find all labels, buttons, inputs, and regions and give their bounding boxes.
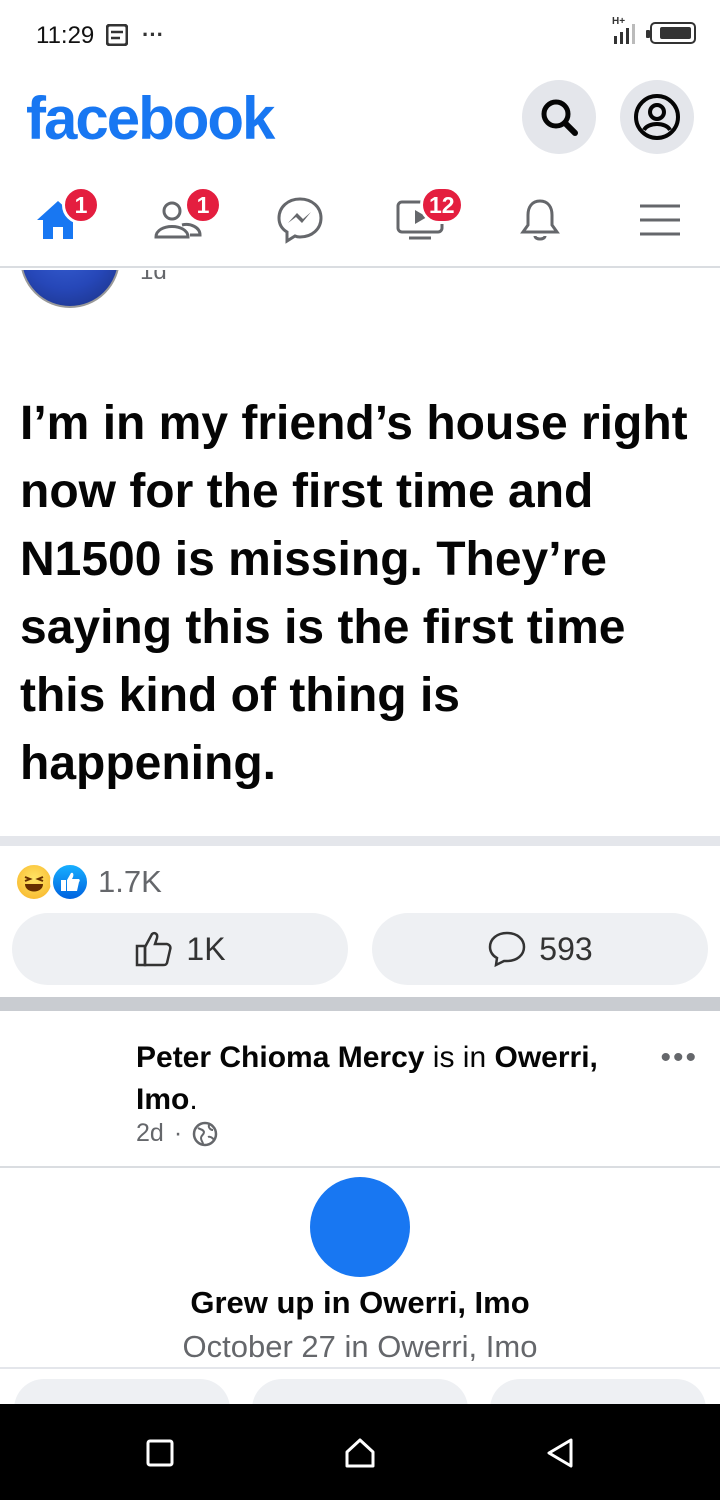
post2-place[interactable]: Owerri, [494,1041,597,1074]
comment-icon [489,931,526,968]
status-bar: 11:29 ··· H+ [0,0,720,72]
like-count: 1K [186,930,226,967]
life-event-title: Grew up in Owerri, Imo [190,1285,530,1320]
like-button[interactable]: 1K [12,913,348,985]
android-nav-bar [0,1404,720,1500]
tab-notifications[interactable] [492,182,588,258]
comment-count: 593 [539,930,593,967]
back-button[interactable] [535,1428,585,1478]
post2-more-button[interactable]: ••• [660,1041,698,1075]
home-outline-icon [345,1438,375,1468]
post-time[interactable]: 1d [140,270,167,286]
nav-tabs: 1 1 12 [0,172,720,268]
friends-badge: 1 [184,186,222,224]
back-icon [547,1438,573,1468]
tab-home[interactable]: 1 [10,182,106,258]
author-avatar[interactable] [20,270,120,308]
reactions-summary[interactable]: 1.7K [0,854,720,910]
life-event-subtitle: October 27 in Owerri, Imo [182,1329,538,1364]
tab-menu[interactable] [612,182,708,258]
status-more-icon: ··· [142,22,164,47]
post2-meta: 2d · [136,1119,218,1148]
post2-title: Peter Chioma Mercy is in Owerri, Imo. [136,1041,598,1116]
post-card: 1d I’m in my friend’s house right now fo… [0,270,720,836]
battery-icon [646,22,696,44]
home-badge: 1 [62,186,100,224]
divider [0,1367,720,1369]
notification-icon [106,24,128,46]
like-reaction-icon [50,862,90,902]
post2-place-2[interactable]: Imo [136,1083,189,1116]
facebook-logo[interactable]: facebook [26,84,275,153]
home-nav-button[interactable] [335,1428,385,1478]
tab-messenger[interactable] [252,182,348,258]
recents-button[interactable] [135,1428,185,1478]
messenger-icon [277,197,323,244]
post2-time[interactable]: 2d [136,1119,164,1148]
post2-share-button[interactable] [490,1379,706,1404]
divider [0,1166,720,1168]
tab-watch[interactable]: 12 [372,182,468,258]
post2-comment-button[interactable] [252,1379,468,1404]
thumbs-up-icon [136,931,173,967]
hamburger-menu-icon [640,204,680,236]
divider [0,836,720,846]
life-event-icon [310,1177,410,1277]
post2-author[interactable]: Peter Chioma Mercy [136,1041,424,1074]
post2-like-button[interactable] [14,1379,230,1404]
profile-icon [634,94,680,140]
haha-reaction-icon [14,862,54,902]
search-icon [541,99,578,136]
signal-icon: H+ [612,16,640,46]
bell-icon [520,199,560,241]
globe-icon [192,1121,218,1146]
section-separator [0,997,720,1011]
search-button[interactable] [522,80,596,154]
watch-badge: 12 [420,186,464,224]
reaction-count: 1.7K [98,864,162,899]
recents-icon [146,1439,174,1467]
comment-button[interactable]: 593 [372,913,708,985]
tab-friends[interactable]: 1 [130,182,226,258]
life-event-post: Peter Chioma Mercy is in Owerri, Imo. 2d… [0,1011,720,1404]
post-text: I’m in my friend’s house right now for t… [20,397,688,790]
app-header: facebook [0,72,720,162]
status-time: 11:29 [36,22,95,49]
profile-button[interactable] [620,80,694,154]
